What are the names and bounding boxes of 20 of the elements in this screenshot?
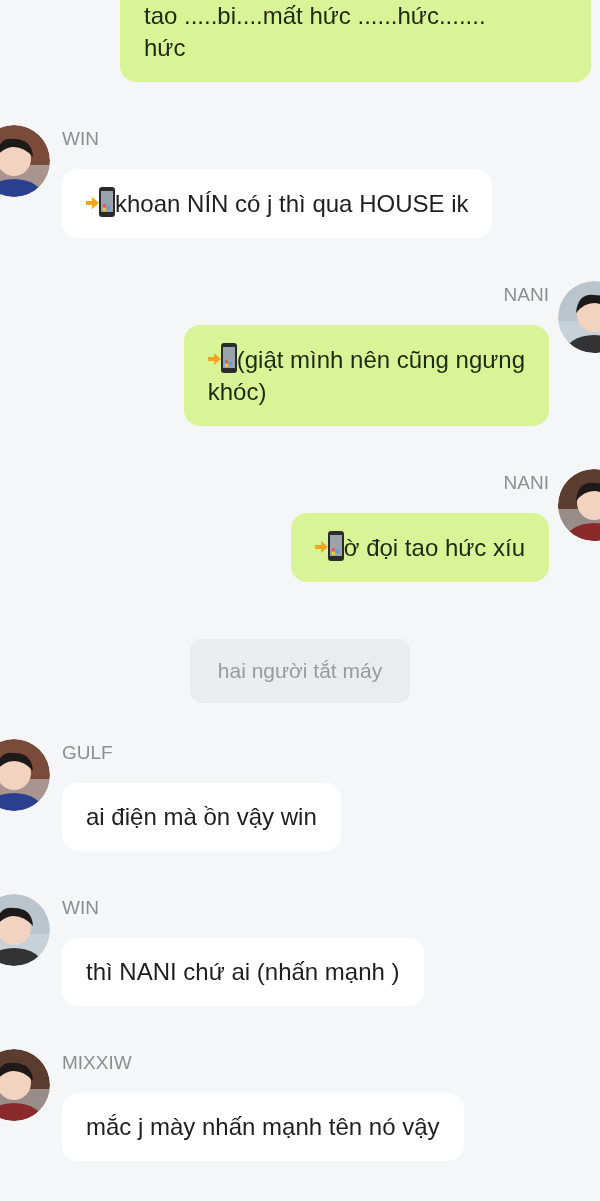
- phone-icon: [99, 187, 115, 217]
- sender-name: NANI: [503, 472, 549, 494]
- phone-icon: [220, 343, 237, 373]
- sender-name: MIXXIW: [62, 1052, 132, 1074]
- message-bubble: thì NANI chứ ai (nhấn mạnh ): [62, 938, 424, 1006]
- message-bubble: tao .....bi....mất hức ......hức....... hức: [120, 0, 591, 82]
- sender-name: GULF: [62, 742, 113, 764]
- sender-name: WIN: [62, 897, 99, 919]
- arrow-icon: [207, 353, 221, 365]
- message-bubble: ờ đọi tao hức xíu: [290, 513, 549, 582]
- message-bubble: khoan NÍN có j thì qua HOUSE ik: [62, 169, 493, 238]
- phone-icon: [327, 531, 344, 561]
- message-bubble: ai điện mà ồn vậy win: [62, 783, 341, 851]
- message-bubble: (giật mình nên cũng ngưng khóc): [183, 325, 549, 426]
- arrow-icon: [86, 197, 99, 209]
- sender-name: WIN: [62, 128, 99, 150]
- message-bubble: mắc j mày nhấn mạnh tên nó vậy: [62, 1093, 464, 1161]
- sender-name: NANI: [503, 284, 549, 306]
- arrow-icon: [314, 541, 328, 553]
- system-message: hai người tắt máy: [189, 639, 411, 703]
